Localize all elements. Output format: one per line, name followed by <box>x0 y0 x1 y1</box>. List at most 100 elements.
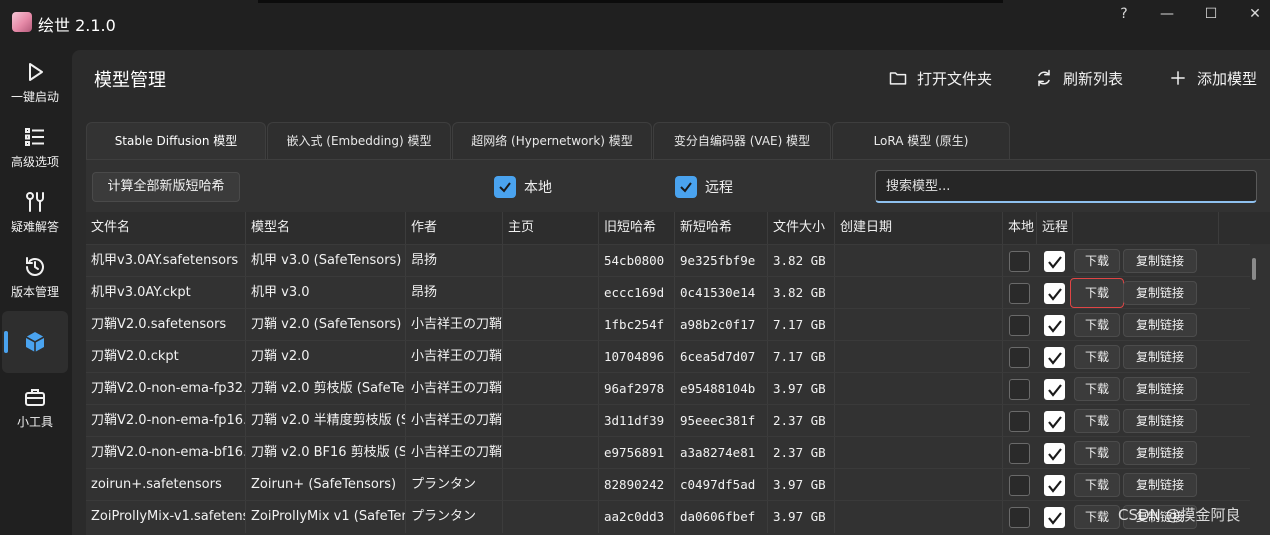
table-row[interactable]: 刀鞘V2.0-non-ema-fp32.safetensors刀鞘 v2.0 剪… <box>86 372 1250 405</box>
copy-link-button[interactable]: 复制链接 <box>1123 409 1197 433</box>
cell-new-hash: 6cea5d7d07 <box>675 341 768 373</box>
local-checkbox[interactable] <box>1009 475 1030 496</box>
table-row[interactable]: 机甲v3.0AY.ckpt 机甲 v3.0 昂扬 eccc169d 0c41530e14… <box>86 276 1250 309</box>
column-header-new-hash[interactable]: 新短哈希 <box>675 212 768 244</box>
cell-file: 刀鞘V2.0-non-ema-bf16.safetensors <box>86 437 246 469</box>
cell-date <box>835 245 1003 277</box>
column-header-old-hash[interactable]: 旧短哈希 <box>599 212 675 244</box>
local-filter[interactable]: 本地 <box>494 175 552 199</box>
maximize-button[interactable]: ☐ <box>1196 4 1226 24</box>
calc-hash-button[interactable]: 计算全部新版短哈希 <box>92 172 240 202</box>
local-checkbox[interactable] <box>1009 379 1030 400</box>
cell-date <box>835 405 1003 437</box>
column-header-file[interactable]: 文件名 <box>86 212 246 244</box>
column-header-local[interactable]: 本地 <box>1003 212 1037 244</box>
column-header-date[interactable]: 创建日期 <box>835 212 1003 244</box>
remote-checkbox[interactable] <box>1044 475 1065 496</box>
remote-checkbox[interactable] <box>1044 507 1065 528</box>
copy-link-button[interactable]: 复制链接 <box>1123 313 1197 337</box>
copy-link-button[interactable]: 复制链接 <box>1123 441 1197 465</box>
open-folder-button[interactable]: 打开文件夹 <box>888 66 992 90</box>
remote-checkbox[interactable] <box>1044 251 1065 272</box>
cell-new-hash: a98b2c0f17 <box>675 309 768 341</box>
download-button[interactable]: 下载 <box>1074 345 1120 369</box>
scrollbar-thumb[interactable] <box>1252 258 1256 280</box>
cube-icon <box>25 332 45 352</box>
copy-link-button[interactable]: 复制链接 <box>1123 473 1197 497</box>
column-header-size[interactable]: 文件大小 <box>768 212 835 244</box>
cell-old-hash: 82890242 <box>599 469 675 501</box>
column-header-remote[interactable]: 远程 <box>1037 212 1073 244</box>
sidebar-item-tools[interactable]: 小工具 <box>2 379 68 441</box>
watermark: CSDN @摸金阿良 <box>1118 506 1241 524</box>
download-button[interactable]: 下载 <box>1074 441 1120 465</box>
cell-file: zoirun+.safetensors <box>86 469 246 501</box>
minimize-button[interactable]: — <box>1152 4 1182 24</box>
download-button[interactable]: 下载 <box>1074 505 1120 529</box>
tab-hypernetwork[interactable]: 超网络 (Hypernetwork) 模型 <box>452 122 652 160</box>
remote-checkbox[interactable] <box>1044 283 1065 304</box>
download-button[interactable]: 下载 <box>1074 409 1120 433</box>
sidebar-item-label: 版本管理 <box>10 285 59 299</box>
tab-lora[interactable]: LoRA 模型 (原生) <box>832 122 1010 160</box>
local-checkbox[interactable] <box>1009 347 1030 368</box>
download-button[interactable]: 下载 <box>1074 249 1120 273</box>
sidebar-item-models[interactable] <box>2 311 68 373</box>
local-checkbox[interactable] <box>1009 411 1030 432</box>
search-input[interactable] <box>875 170 1257 203</box>
active-indicator <box>4 331 8 353</box>
remote-checkbox[interactable] <box>1044 315 1065 336</box>
copy-link-button[interactable]: 复制链接 <box>1123 345 1197 369</box>
help-button[interactable]: ? <box>1109 4 1139 24</box>
local-checkbox[interactable] <box>1009 507 1030 528</box>
table-row[interactable]: 机甲v3.0AY.safetensors 机甲 v3.0 (SafeTensors… <box>86 244 1250 277</box>
table-row[interactable]: zoirun+.safetensors Zoirun+ (SafeTensors)… <box>86 468 1250 501</box>
play-icon <box>29 63 43 81</box>
cell-file: 刀鞘V2.0-non-ema-fp16.safetensors <box>86 405 246 437</box>
cell-old-hash: 10704896 <box>599 341 675 373</box>
table-row[interactable]: 刀鞘V2.0.ckpt 刀鞘 v2.0 小吉祥王の刀鞘 10704896 6cea5d7… <box>86 340 1250 373</box>
sidebar-item-launch[interactable]: 一键启动 <box>2 54 68 116</box>
download-button[interactable]: 下载 <box>1074 377 1120 401</box>
table-row[interactable]: 刀鞘V2.0-non-ema-bf16.safetensors刀鞘 v2.0 B… <box>86 436 1250 469</box>
column-header-author[interactable]: 作者 <box>406 212 503 244</box>
local-checkbox[interactable] <box>1009 315 1030 336</box>
add-model-button[interactable]: 添加模型 <box>1168 66 1257 90</box>
refresh-button[interactable]: 刷新列表 <box>1034 66 1123 90</box>
cell-model: 机甲 v3.0 <box>246 277 406 309</box>
remote-checkbox[interactable] <box>1044 347 1065 368</box>
download-button[interactable]: 下载 <box>1070 278 1124 308</box>
sidebar-item-advanced[interactable]: 高级选项 <box>2 119 68 181</box>
cell-home <box>503 277 599 309</box>
copy-link-button[interactable]: 复制链接 <box>1123 249 1197 273</box>
column-header-model[interactable]: 模型名 <box>246 212 406 244</box>
copy-link-button[interactable]: 复制链接 <box>1123 281 1197 305</box>
remote-filter[interactable]: 远程 <box>675 175 733 199</box>
table-row[interactable]: ZoiProllyMix-v1.safetensorsZoiProllyMix … <box>86 500 1250 533</box>
remote-checkbox[interactable] <box>675 176 697 198</box>
local-checkbox[interactable] <box>1009 283 1030 304</box>
sidebar-item-troubleshoot[interactable]: 疑难解答 <box>2 184 68 246</box>
copy-link-button[interactable]: 复制链接 <box>1123 377 1197 401</box>
cell-old-hash: 96af2978 <box>599 373 675 405</box>
title-bar-strip <box>258 0 1003 3</box>
column-header-home[interactable]: 主页 <box>503 212 599 244</box>
download-button[interactable]: 下载 <box>1074 473 1120 497</box>
local-checkbox[interactable] <box>1009 251 1030 272</box>
remote-checkbox[interactable] <box>1044 379 1065 400</box>
local-label: 本地 <box>524 180 552 196</box>
local-checkbox[interactable] <box>1009 443 1030 464</box>
sidebar-item-versions[interactable]: 版本管理 <box>2 249 68 311</box>
tab-embedding[interactable]: 嵌入式 (Embedding) 模型 <box>267 122 451 160</box>
cell-date <box>835 341 1003 373</box>
cell-date <box>835 501 1003 533</box>
close-button[interactable]: ✕ <box>1240 4 1270 24</box>
table-row[interactable]: 刀鞘V2.0-non-ema-fp16.safetensors刀鞘 v2.0 半… <box>86 404 1250 437</box>
table-row[interactable]: 刀鞘V2.0.safetensors 刀鞘 v2.0 (SafeTensors) 小… <box>86 308 1250 341</box>
tab-stable-diffusion[interactable]: Stable Diffusion 模型 <box>86 122 266 160</box>
download-button[interactable]: 下载 <box>1074 313 1120 337</box>
tab-vae[interactable]: 变分自编码器 (VAE) 模型 <box>653 122 831 160</box>
local-checkbox[interactable] <box>494 176 516 198</box>
remote-checkbox[interactable] <box>1044 443 1065 464</box>
remote-checkbox[interactable] <box>1044 411 1065 432</box>
